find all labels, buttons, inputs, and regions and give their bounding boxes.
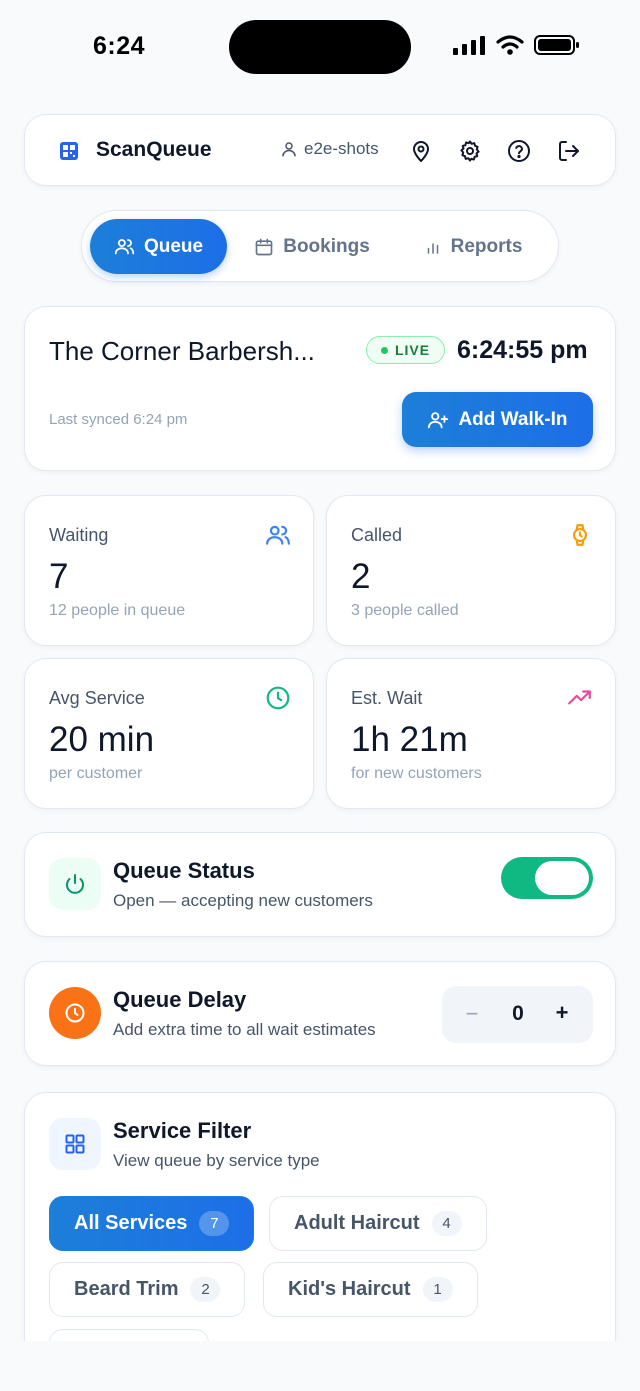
username-label: e2e-shots — [304, 139, 379, 158]
shop-card: The Corner Barbersh... LIVE 6:24:55 pm L… — [24, 306, 616, 471]
status-bar: 6:24 — [0, 0, 640, 95]
map-pin-icon — [413, 141, 429, 162]
clock-icon — [266, 686, 290, 710]
status-time: 6:24 — [93, 32, 146, 60]
queue-status-desc: Open — accepting new customers — [113, 891, 373, 910]
grid-badge — [49, 1118, 101, 1170]
stat-sub: 3 people called — [351, 602, 459, 619]
delay-stepper: − 0 + — [442, 986, 593, 1043]
queue-delay-title: Queue Delay — [113, 987, 247, 1012]
service-filter-title: Service Filter — [113, 1118, 252, 1143]
power-badge — [49, 858, 101, 910]
help-icon — [508, 140, 530, 162]
gear-icon — [460, 140, 480, 162]
chip-count: 1 — [422, 1277, 453, 1302]
bar-chart-icon — [427, 242, 438, 254]
stat-sub: per customer — [49, 765, 143, 782]
main-nav: Queue Bookings Reports — [81, 210, 559, 282]
chip-count: 2 — [190, 1277, 221, 1302]
users-icon — [266, 525, 290, 545]
brand-name: ScanQueue — [96, 138, 212, 161]
tab-bookings[interactable]: Bookings — [242, 219, 382, 274]
service-filter-desc: View queue by service type — [113, 1151, 320, 1170]
stat-label: Est. Wait — [351, 688, 423, 708]
tab-bookings-label: Bookings — [283, 235, 370, 257]
delay-value: 0 — [512, 1002, 524, 1025]
grid-icon — [65, 1134, 85, 1154]
stat-value: 1h 21m — [351, 720, 468, 759]
toggle-knob — [535, 861, 589, 895]
calendar-icon — [255, 238, 273, 255]
tab-queue-label: Queue — [143, 235, 204, 257]
queue-delay-desc: Add extra time to all wait estimates — [113, 1020, 376, 1039]
dynamic-island — [229, 20, 411, 74]
live-dot — [380, 346, 388, 354]
logout-icon — [559, 141, 579, 161]
user-icon — [282, 142, 296, 157]
chip-adult-haircut[interactable]: Adult Haircut 4 — [269, 1196, 487, 1251]
live-clock: 6:24:55 pm — [457, 336, 588, 364]
chip-label: Beard Trim — [74, 1278, 179, 1300]
queue-status-card: Queue Status Open — accepting new custom… — [24, 832, 616, 937]
stat-sub: for new customers — [351, 765, 482, 782]
chip-label: Kid's Haircut — [288, 1278, 411, 1300]
stat-label: Called — [351, 525, 403, 545]
users-icon — [114, 239, 135, 255]
status-icons — [452, 34, 580, 56]
stat-label: Waiting — [49, 525, 109, 545]
chip-all-services[interactable]: All Services 7 — [49, 1196, 255, 1251]
live-label: LIVE — [394, 342, 431, 358]
chip-count: 7 — [199, 1211, 230, 1236]
stat-waiting: Waiting 7 12 people in queue — [24, 495, 314, 646]
power-icon — [66, 874, 84, 894]
user-menu[interactable]: e2e-shots — [280, 139, 379, 159]
logout-button[interactable] — [555, 137, 583, 165]
chip-kids-haircut[interactable]: Kid's Haircut 1 — [263, 1262, 478, 1317]
delay-badge — [49, 987, 101, 1039]
user-plus-icon — [428, 411, 449, 428]
stat-avg-service: Avg Service 20 min per customer — [24, 658, 314, 809]
decrement-button[interactable]: − — [460, 1001, 484, 1027]
chip-label: All Services — [74, 1212, 188, 1234]
tab-reports[interactable]: Reports — [408, 219, 538, 274]
trending-up-icon — [568, 690, 591, 705]
app-header: ScanQueue e2e-shots — [24, 114, 616, 186]
location-button[interactable] — [407, 137, 435, 165]
shop-name: The Corner Barbersh... — [49, 336, 315, 366]
stat-value: 7 — [49, 557, 69, 596]
last-synced: Last synced 6:24 pm — [49, 411, 188, 428]
chip-beard-trim[interactable]: Beard Trim 2 — [49, 1262, 246, 1317]
stat-label: Avg Service — [49, 688, 145, 708]
stat-called: Called 2 3 people called — [326, 495, 616, 646]
queue-status-title: Queue Status — [113, 858, 255, 883]
stat-value: 2 — [351, 557, 371, 596]
battery-icon — [534, 35, 579, 55]
add-walk-in-label: Add Walk-In — [458, 408, 568, 430]
queue-delay-card: Queue Delay Add extra time to all wait e… — [24, 961, 616, 1066]
watch-icon — [572, 524, 588, 546]
stat-sub: 12 people in queue — [49, 602, 186, 619]
chip-label: Adult Haircut — [294, 1212, 420, 1234]
bottom-safe-area — [0, 1341, 640, 1391]
tab-reports-label: Reports — [450, 235, 523, 257]
live-badge: LIVE — [366, 336, 445, 364]
add-walk-in-button[interactable]: Add Walk-In — [402, 392, 593, 447]
stat-est-wait: Est. Wait 1h 21m for new customers — [326, 658, 616, 809]
settings-button[interactable] — [456, 137, 484, 165]
help-button[interactable] — [505, 137, 533, 165]
cellular-signal-icon — [453, 36, 485, 55]
wifi-icon — [496, 35, 524, 55]
tab-queue[interactable]: Queue — [90, 219, 227, 274]
chip-count: 4 — [431, 1211, 462, 1236]
increment-button[interactable]: + — [550, 1000, 574, 1026]
clock-icon — [65, 1003, 85, 1023]
qr-logo-icon — [60, 142, 78, 160]
queue-status-toggle[interactable] — [501, 857, 593, 899]
stat-value: 20 min — [49, 720, 155, 759]
